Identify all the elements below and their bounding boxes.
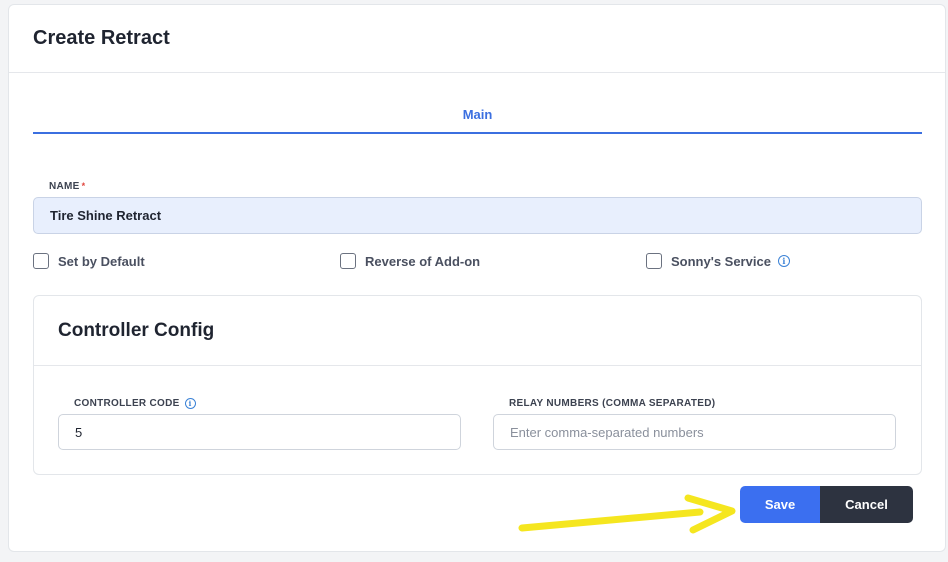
set-by-default-checkbox[interactable]: Set by Default (33, 253, 145, 269)
checkbox-label: Set by Default (58, 253, 145, 269)
reverse-of-add-on-checkbox[interactable]: Reverse of Add-on (340, 253, 480, 269)
relay-numbers-label: RELAY NUMBERS (COMMA SEPARATED) (509, 398, 715, 409)
cancel-button[interactable]: Cancel (820, 486, 913, 523)
checkbox-box[interactable] (340, 253, 356, 269)
annotation-arrow (518, 494, 736, 534)
checkbox-box[interactable] (646, 253, 662, 269)
checkbox-label: Reverse of Add-on (365, 253, 481, 269)
sonnys-service-checkbox[interactable]: Sonny's Service i (646, 253, 790, 269)
card-header: Create Retract (9, 5, 945, 73)
section-title: Controller Config (58, 319, 215, 341)
name-field-label: NAME * (49, 181, 85, 192)
relay-numbers-label-text: RELAY NUMBERS (COMMA SEPARATED) (509, 398, 716, 409)
tab-main[interactable]: Main (463, 101, 493, 132)
controller-config-header: Controller Config (34, 296, 921, 366)
info-icon[interactable]: i (777, 255, 790, 267)
checkbox-label: Sonny's Service (671, 253, 771, 269)
page-title: Create Retract (33, 27, 170, 49)
save-button[interactable]: Save (740, 486, 820, 523)
required-indicator: * (81, 181, 86, 191)
name-label-text: NAME (49, 181, 80, 192)
checkbox-box[interactable] (33, 253, 49, 269)
name-input[interactable] (33, 197, 922, 234)
controller-config-panel: Controller Config CONTROLLER CODE i RELA… (33, 295, 922, 475)
controller-code-label: CONTROLLER CODE i (74, 398, 196, 409)
info-icon[interactable]: i (184, 398, 196, 409)
controller-code-input[interactable] (58, 414, 461, 450)
create-retract-card: Create Retract Main NAME* Set by Default… (8, 4, 946, 552)
relay-numbers-input[interactable] (493, 414, 896, 450)
tab-bar: Main (33, 101, 922, 134)
controller-code-label-text: CONTROLLER CODE (74, 398, 180, 409)
option-checkboxes: Set by Default Reverse of Add-on Sonny's… (33, 253, 922, 273)
arrow-shaft (518, 508, 704, 532)
